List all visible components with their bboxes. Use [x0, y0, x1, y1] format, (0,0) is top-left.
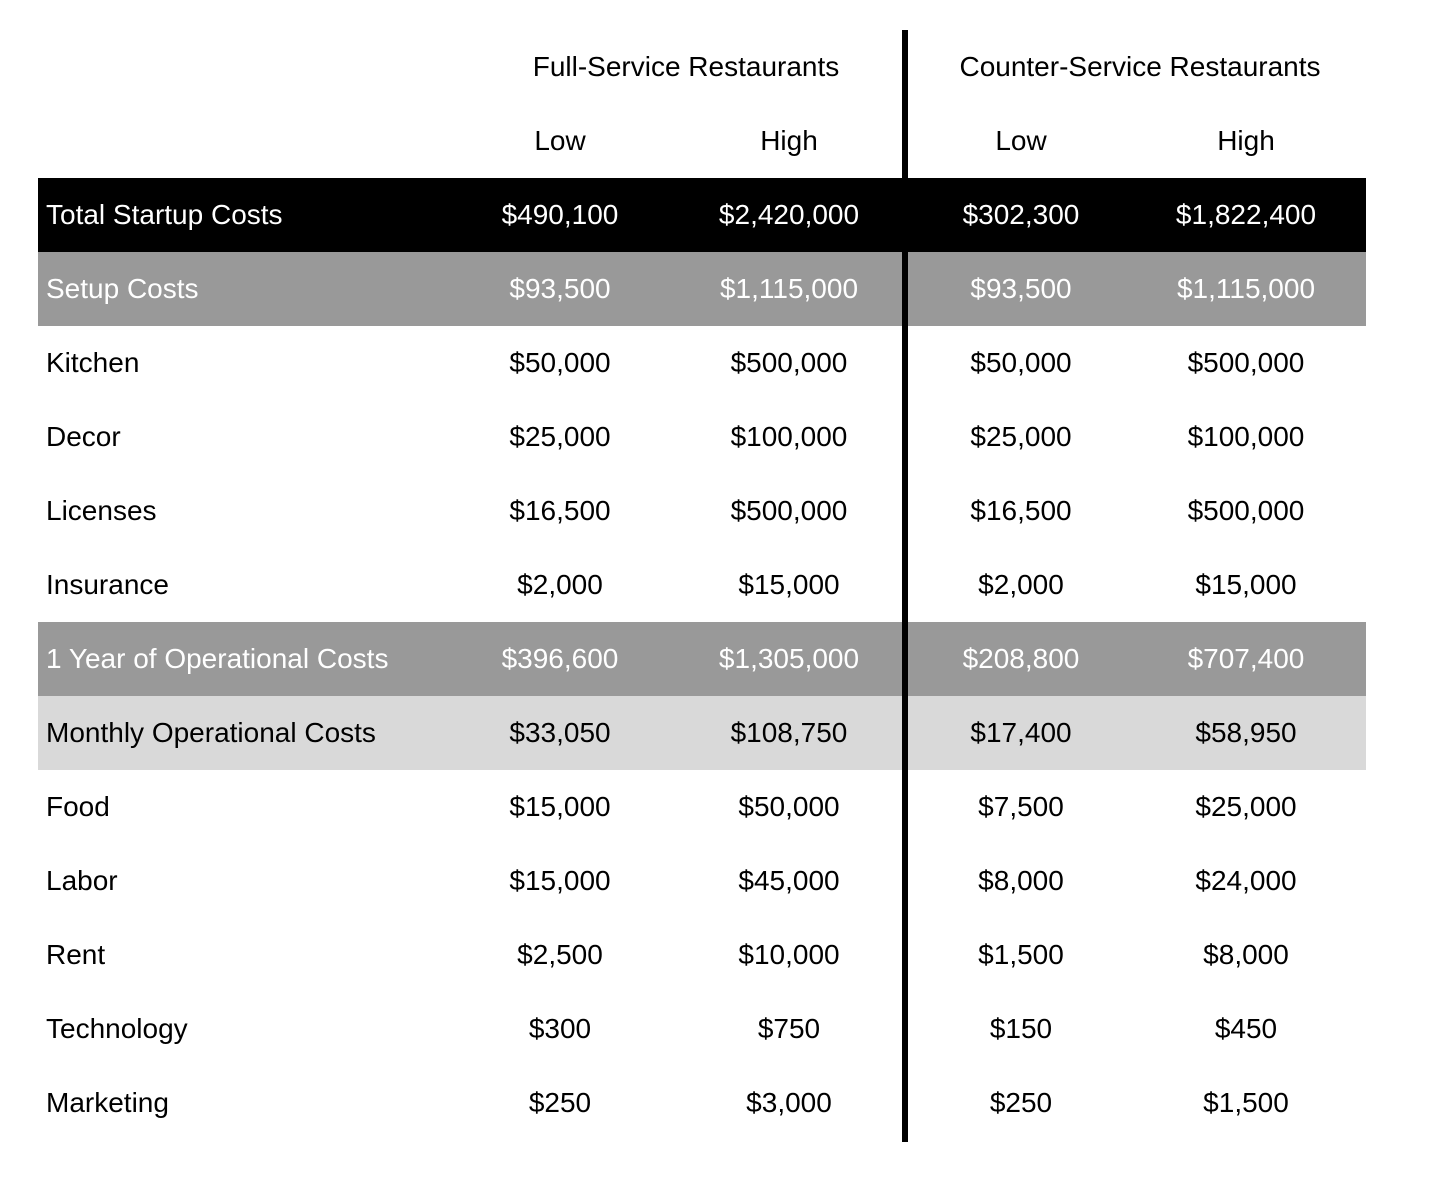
cell-counter-low: $302,300	[962, 199, 1080, 230]
cell-counter-high: $25,000	[1195, 791, 1297, 822]
cell-full-high: $15,000	[738, 569, 840, 600]
startup-costs-table: Full-Service Restaurants Counter-Service…	[38, 30, 1366, 1140]
cell-counter-low: $208,800	[962, 643, 1080, 674]
cell-full-low: $396,600	[501, 643, 619, 674]
cell-counter-high: $500,000	[1187, 347, 1305, 378]
table-row: Insurance $2,000 $15,000 $2,000 $15,000	[38, 548, 1366, 622]
row-label: Total Startup Costs	[46, 199, 283, 230]
group-header-row: Full-Service Restaurants Counter-Service…	[38, 30, 1366, 104]
cell-full-high: $750	[757, 1013, 821, 1044]
section-row: Setup Costs $93,500 $1,115,000 $93,500 $1,11…	[38, 252, 1366, 326]
cell-full-low: $2,500	[517, 939, 603, 970]
cell-counter-low: $1,500	[978, 939, 1064, 970]
cell-full-low: $16,500	[509, 495, 611, 526]
cell-full-low: $33,050	[509, 717, 611, 748]
cell-counter-low: $8,000	[978, 865, 1064, 896]
cell-counter-high: $100,000	[1187, 421, 1305, 452]
cell-full-low: $250	[528, 1087, 592, 1118]
cell-full-low: $2,000	[517, 569, 603, 600]
cell-full-high: $500,000	[730, 495, 848, 526]
column-header-row: Low High Low High	[38, 104, 1366, 178]
section-row: 1 Year of Operational Costs $396,600 $1,30…	[38, 622, 1366, 696]
table-row: Food $15,000 $50,000 $7,500 $25,000	[38, 770, 1366, 844]
cell-full-high: $1,305,000	[718, 643, 860, 674]
cell-counter-high: $500,000	[1187, 495, 1305, 526]
cell-full-low: $50,000	[509, 347, 611, 378]
cell-counter-low: $93,500	[970, 273, 1072, 304]
row-label: Decor	[46, 421, 121, 452]
group-header-counter-service: Counter-Service Restaurants	[959, 51, 1321, 82]
cell-counter-low: $150	[989, 1013, 1053, 1044]
row-label: Setup Costs	[46, 273, 199, 304]
cell-counter-high: $450	[1214, 1013, 1278, 1044]
row-label: Food	[46, 791, 110, 822]
row-label: Marketing	[46, 1087, 169, 1118]
total-row: Total Startup Costs $490,100 $2,420,000 $30…	[38, 178, 1366, 252]
table-row: Technology $300 $750 $150 $450	[38, 992, 1366, 1066]
cell-full-high: $100,000	[730, 421, 848, 452]
row-label: Insurance	[46, 569, 169, 600]
cell-counter-low: $16,500	[970, 495, 1072, 526]
subtotal-row: Monthly Operational Costs $33,050 $108,750…	[38, 696, 1366, 770]
cell-full-high: $50,000	[738, 791, 840, 822]
row-label: Technology	[46, 1013, 188, 1044]
cell-counter-high: $24,000	[1195, 865, 1297, 896]
cell-full-low: $25,000	[509, 421, 611, 452]
cell-counter-low: $250	[989, 1087, 1053, 1118]
cell-counter-high: $707,400	[1187, 643, 1305, 674]
cell-full-high: $1,115,000	[719, 273, 859, 304]
table-row: Licenses $16,500 $500,000 $16,500 $500,000	[38, 474, 1366, 548]
cell-counter-low: $25,000	[970, 421, 1072, 452]
row-label: Labor	[46, 865, 118, 896]
table-row: Rent $2,500 $10,000 $1,500 $8,000	[38, 918, 1366, 992]
cell-full-high: $45,000	[738, 865, 840, 896]
column-header-counter-high: High	[1217, 125, 1275, 156]
cell-full-high: $3,000	[746, 1087, 832, 1118]
column-header-counter-low: Low	[995, 125, 1047, 156]
cell-counter-low: $7,500	[978, 791, 1064, 822]
table-row: Marketing $250 $3,000 $250 $1,500	[38, 1066, 1366, 1140]
cell-counter-high: $1,822,400	[1175, 199, 1317, 230]
cell-counter-low: $2,000	[978, 569, 1064, 600]
row-label: Rent	[46, 939, 106, 970]
group-header-full-service: Full-Service Restaurants	[532, 51, 840, 82]
table-row: Decor $25,000 $100,000 $25,000 $100,000	[38, 400, 1366, 474]
cell-full-low: $93,500	[509, 273, 611, 304]
row-label: 1 Year of Operational Costs	[46, 643, 389, 674]
cell-full-high: $108,750	[730, 717, 848, 748]
cell-counter-low: $17,400	[970, 717, 1072, 748]
row-label: Kitchen	[46, 347, 140, 378]
cell-full-low: $15,000	[509, 865, 611, 896]
cell-full-low: $490,100	[501, 199, 619, 230]
table-row: Kitchen $50,000 $500,000 $50,000 $500,000	[38, 326, 1366, 400]
cell-counter-high: $15,000	[1195, 569, 1297, 600]
cell-counter-low: $50,000	[970, 347, 1072, 378]
table-body: Total Startup Costs $490,100 $2,420,000 $30…	[38, 178, 1366, 1140]
table-row: Labor $15,000 $45,000 $8,000 $24,000	[38, 844, 1366, 918]
row-label: Licenses	[46, 495, 157, 526]
cell-counter-high: $58,950	[1195, 717, 1297, 748]
cell-counter-high: $1,500	[1203, 1087, 1289, 1118]
cell-counter-high: $8,000	[1203, 939, 1289, 970]
column-header-full-low: Low	[534, 125, 586, 156]
cell-counter-high: $1,115,000	[1176, 273, 1316, 304]
column-group-divider	[902, 30, 908, 1142]
row-label: Monthly Operational Costs	[46, 717, 376, 748]
cell-full-high: $2,420,000	[718, 199, 860, 230]
cell-full-low: $15,000	[509, 791, 611, 822]
cell-full-high: $10,000	[738, 939, 840, 970]
column-header-full-high: High	[760, 125, 818, 156]
cell-full-low: $300	[528, 1013, 592, 1044]
cell-full-high: $500,000	[730, 347, 848, 378]
